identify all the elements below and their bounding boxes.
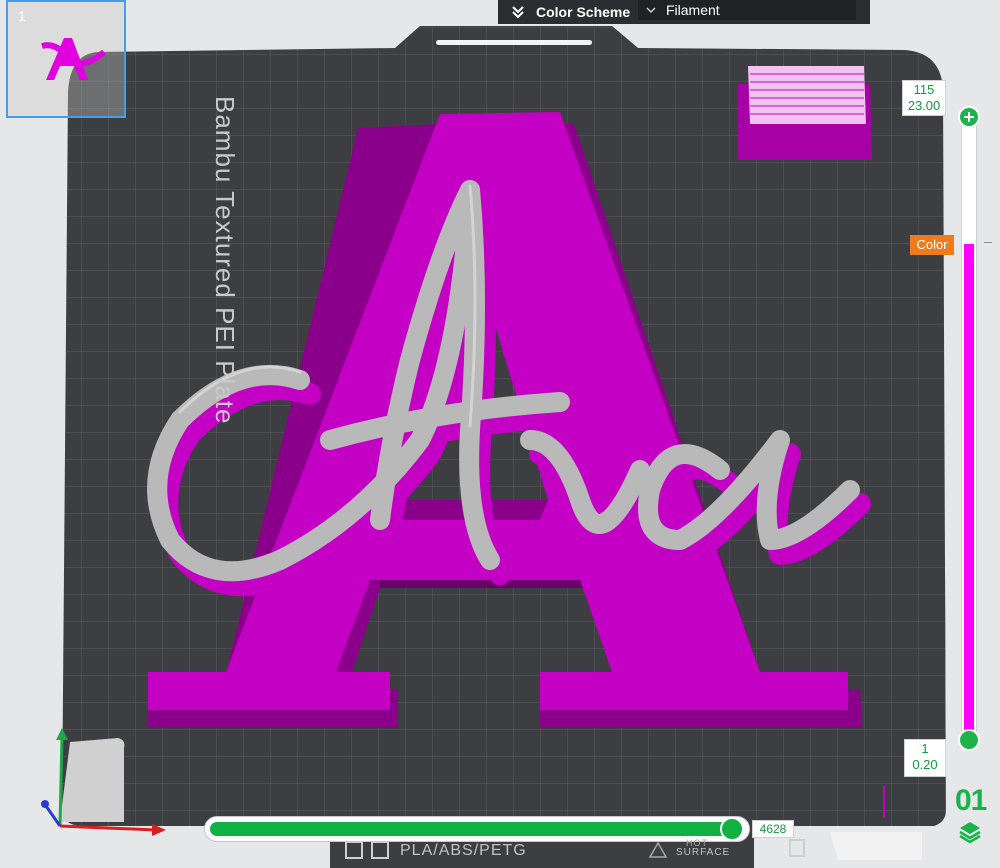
viewport-3d[interactable] bbox=[0, 0, 1000, 868]
plate-material-label: PLA/ABS/PETG bbox=[400, 842, 527, 859]
top-layer-height: 23.00 bbox=[907, 98, 941, 113]
bottom-layer-height: 0.20 bbox=[912, 757, 938, 772]
layers-indicator-number[interactable]: 01 bbox=[955, 784, 987, 818]
layers-icon[interactable] bbox=[958, 820, 982, 844]
move-slider-fill bbox=[210, 822, 730, 836]
color-scheme-value: Filament bbox=[666, 2, 720, 18]
color-scheme-label: Color Scheme bbox=[536, 4, 631, 20]
plate-surface-label: SURFACE bbox=[676, 847, 731, 858]
color-change-tag[interactable]: Color bbox=[910, 235, 954, 255]
layer-slider-bottom-handle[interactable] bbox=[958, 729, 980, 751]
top-layer-number: 115 bbox=[913, 82, 935, 97]
color-scheme-select[interactable]: Filament bbox=[638, 0, 856, 20]
plate-index: 1 bbox=[18, 8, 26, 24]
plate-thumbnail[interactable]: 1 bbox=[6, 0, 126, 118]
plate-name-label: Bambu Textured PEI Plate bbox=[210, 96, 240, 425]
layer-slider-top-handle[interactable] bbox=[958, 106, 980, 128]
move-value-label: 4628 bbox=[752, 820, 794, 838]
double-chevron-down-icon[interactable] bbox=[510, 4, 526, 20]
bottom-layer-number: 1 bbox=[921, 741, 929, 756]
layer-tick-mark bbox=[984, 242, 992, 243]
top-layer-label: 115 23.00 bbox=[902, 80, 946, 116]
wipe-tower[interactable] bbox=[738, 66, 872, 160]
color-scheme-bar: Color Scheme Filament bbox=[498, 0, 870, 24]
move-slider-handle[interactable] bbox=[720, 817, 744, 841]
dropdown-arrow-icon bbox=[646, 7, 656, 14]
bottom-layer-label: 1 0.20 bbox=[904, 739, 946, 777]
layer-slider-fill bbox=[964, 244, 974, 740]
